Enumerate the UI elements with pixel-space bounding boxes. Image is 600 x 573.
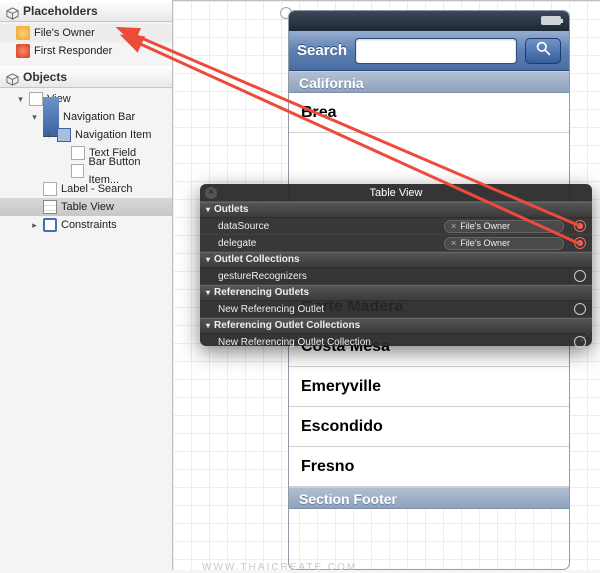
section-header: California (289, 71, 569, 93)
document-outline: Placeholders File's Owner First Responde… (0, 0, 173, 570)
placeholders-header: Placeholders (0, 0, 172, 22)
table-row[interactable]: Fresno (289, 447, 569, 487)
table-row[interactable]: Emeryville (289, 367, 569, 407)
search-icon (535, 40, 552, 62)
connections-panel[interactable]: × Table View ▾ Outlets dataSource ×File'… (200, 184, 592, 346)
connection-port-icon[interactable] (574, 270, 586, 282)
table-view-icon (43, 200, 57, 214)
disclosure-triangle-icon[interactable]: ▸ (30, 216, 39, 234)
label-icon (43, 182, 57, 196)
table-view-label: Table View (61, 198, 114, 216)
outline-files-owner[interactable]: File's Owner (0, 24, 172, 42)
cube-icon (6, 5, 19, 18)
label-search-label: Label - Search (61, 180, 133, 198)
connections-title-bar[interactable]: × Table View (200, 184, 592, 202)
new-referencing-outlet-collection-label: New Referencing Outlet Collection (218, 337, 564, 348)
new-referencing-outlet-collection-row[interactable]: New Referencing Outlet Collection (200, 334, 592, 351)
gesture-recognizers-label: gestureRecognizers (218, 271, 564, 282)
navigation-bar-label: Navigation Bar (63, 108, 135, 126)
outlet-collections-section-header[interactable]: ▾ Outlet Collections (200, 252, 592, 268)
connection-port-icon[interactable] (574, 237, 586, 249)
disclosure-triangle-icon[interactable]: ▾ (206, 318, 210, 334)
connection-port-icon[interactable] (574, 220, 586, 232)
resize-handle-icon[interactable]: ⋰ (580, 332, 588, 343)
referencing-outlet-collections-section-header[interactable]: ▾ Referencing Outlet Collections (200, 318, 592, 334)
disconnect-icon[interactable]: × (451, 221, 456, 232)
constraints-icon (43, 218, 57, 232)
disconnect-icon[interactable]: × (451, 238, 456, 249)
view-icon (29, 92, 43, 106)
disclosure-triangle-icon[interactable]: ▾ (44, 126, 53, 144)
navbar-search-label: Search (297, 42, 347, 59)
outlets-header-label: Outlets (214, 202, 248, 218)
first-responder-icon (16, 44, 30, 58)
outline-constraints[interactable]: ▸ Constraints (0, 216, 172, 234)
outlet-delegate-dest[interactable]: ×File's Owner (444, 237, 564, 250)
outline-table-view[interactable]: Table View (0, 198, 172, 216)
status-bar (289, 11, 569, 31)
outlets-section-header[interactable]: ▾ Outlets (200, 202, 592, 218)
bar-button-icon (71, 164, 85, 178)
referencing-outlet-collections-header-label: Referencing Outlet Collections (214, 318, 360, 334)
disclosure-triangle-icon[interactable]: ▾ (30, 108, 39, 126)
text-field-icon (71, 146, 85, 160)
navigation-bar: Search (289, 31, 569, 71)
objects-header: Objects (0, 66, 172, 88)
new-referencing-outlet-label: New Referencing Outlet (218, 304, 564, 315)
table-row[interactable]: Brea (289, 93, 569, 133)
navitem-icon (57, 128, 71, 142)
watermark: WWW.THAICREATE.COM (202, 562, 357, 573)
constraints-label: Constraints (61, 216, 117, 234)
outlet-delegate-label: delegate (218, 238, 444, 249)
files-owner-label: File's Owner (34, 24, 95, 42)
battery-icon (541, 16, 561, 25)
gesture-recognizers-row[interactable]: gestureRecognizers (200, 268, 592, 285)
outlet-collections-header-label: Outlet Collections (214, 252, 300, 268)
files-owner-icon (16, 26, 30, 40)
outline-navigation-bar[interactable]: ▾ Navigation Bar (0, 108, 172, 126)
outlet-datasource-row[interactable]: dataSource ×File's Owner (200, 218, 592, 235)
cube-icon (6, 71, 19, 84)
first-responder-label: First Responder (34, 42, 112, 60)
connection-port-icon[interactable] (574, 303, 586, 315)
outlet-datasource-dest[interactable]: ×File's Owner (444, 220, 564, 233)
navigation-item-label: Navigation Item (75, 126, 151, 144)
table-row[interactable]: Escondido (289, 407, 569, 447)
outline-bar-button-item[interactable]: Bar Button Item... (0, 162, 172, 180)
objects-list: ▾ View ▾ Navigation Bar ▾ Navigation Ite… (0, 88, 172, 240)
disclosure-triangle-icon[interactable]: ▾ (206, 285, 210, 301)
outline-navigation-item[interactable]: ▾ Navigation Item (0, 126, 172, 144)
placeholders-list: File's Owner First Responder (0, 22, 172, 66)
outlet-datasource-label: dataSource (218, 221, 444, 232)
connections-title: Table View (370, 187, 423, 199)
placeholders-header-label: Placeholders (23, 0, 98, 22)
disclosure-triangle-icon[interactable]: ▾ (206, 202, 210, 218)
disclosure-triangle-icon[interactable]: ▾ (16, 90, 25, 108)
section-footer: Section Footer (289, 487, 569, 509)
outline-first-responder[interactable]: First Responder (0, 42, 172, 60)
new-referencing-outlet-row[interactable]: New Referencing Outlet (200, 301, 592, 318)
close-icon[interactable]: × (205, 187, 217, 199)
disclosure-triangle-icon[interactable]: ▾ (206, 252, 210, 268)
search-button[interactable] (525, 38, 561, 64)
referencing-outlets-section-header[interactable]: ▾ Referencing Outlets (200, 285, 592, 301)
search-text-field[interactable] (355, 38, 517, 64)
objects-header-label: Objects (23, 66, 67, 88)
outlet-delegate-row[interactable]: delegate ×File's Owner (200, 235, 592, 252)
referencing-outlets-header-label: Referencing Outlets (214, 285, 309, 301)
outline-view[interactable]: ▾ View (0, 90, 172, 108)
